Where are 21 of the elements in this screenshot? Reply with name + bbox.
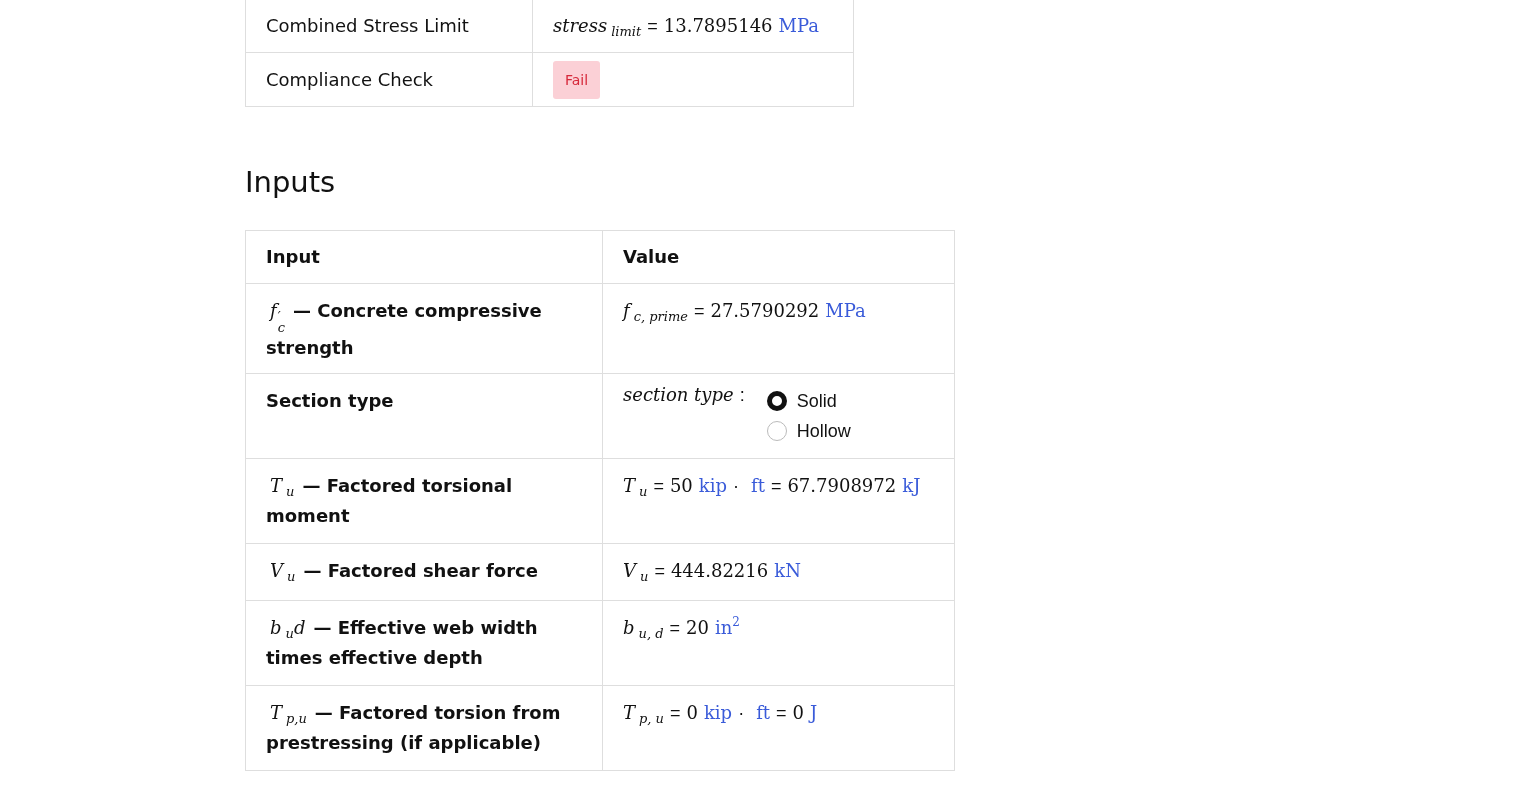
radio-button[interactable] bbox=[766, 390, 787, 411]
radio-option-label: Solid bbox=[796, 389, 837, 413]
radio-button[interactable] bbox=[766, 420, 787, 441]
result-label: Compliance Check bbox=[266, 68, 434, 90]
input-label: T $_{p,u}$ — Factored torsion from prestressing (if applicable) bbox=[266, 700, 562, 755]
column-header: Input bbox=[245, 230, 603, 284]
input-value: T $_{u}$ = 50 kip · ft = 67.7908972 kJ bbox=[623, 474, 921, 496]
input-value: b $_{u, d}$ = 20 in$^{2}$ bbox=[623, 616, 740, 638]
radio-option-label: Hollow bbox=[796, 419, 851, 443]
status-badge: Fail bbox=[553, 60, 601, 99]
input-value: V $_{u}$ = 444.82216 kN bbox=[623, 559, 801, 581]
result-value: stress $_{limit}$ = 13.7895146 MPa bbox=[553, 14, 819, 36]
result-label: Combined Stress Limit bbox=[266, 14, 469, 36]
section-heading: Inputs bbox=[245, 165, 337, 200]
input-label: Section type bbox=[266, 388, 395, 413]
column-header: Value bbox=[602, 230, 955, 284]
input-label: T $_{u}$ — Factored torsional moment bbox=[266, 473, 514, 528]
input-label: V $_{u}$ — Factored shear force bbox=[269, 558, 539, 586]
radio-label: section type : bbox=[623, 385, 746, 404]
input-label: f′ c — Concrete compressive strength bbox=[266, 298, 543, 360]
input-label: b $_{u}$d — Effective web width times effective depth bbox=[266, 615, 539, 670]
